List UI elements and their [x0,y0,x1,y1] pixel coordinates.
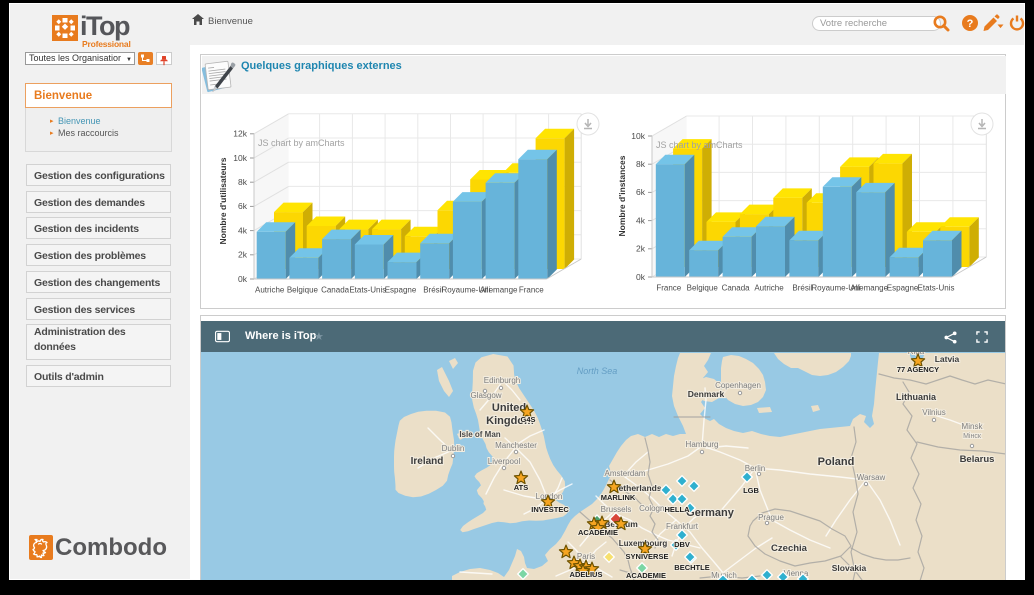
svg-text:4k: 4k [636,215,646,225]
svg-text:Dublin: Dublin [442,444,465,453]
svg-text:Canada: Canada [321,286,350,295]
svg-text:G4S: G4S [520,415,535,424]
svg-text:?: ? [967,18,974,30]
svg-text:BECHTLE: BECHTLE [674,563,709,572]
svg-text:JS chart by amCharts: JS chart by amCharts [656,140,743,150]
svg-text:Autriche: Autriche [255,286,285,295]
svg-text:ACADEMIE: ACADEMIE [626,571,666,580]
svg-text:8k: 8k [238,177,248,187]
svg-text:Isle of Man: Isle of Man [459,430,500,439]
svg-text:10k: 10k [631,131,645,141]
svg-text:ADELIUS: ADELIUS [570,570,603,579]
svg-text:JS chart by amCharts: JS chart by amCharts [258,138,345,148]
svg-text:France: France [519,286,544,295]
svg-text:2k: 2k [238,250,248,260]
svg-text:6k: 6k [238,201,248,211]
svg-text:2k: 2k [636,244,646,254]
svg-text:10k: 10k [233,153,247,163]
svg-text:Slovakia: Slovakia [832,563,867,573]
svg-text:Brésil: Brésil [423,286,443,295]
svg-text:6k: 6k [636,187,646,197]
svg-text:SYNIVERSE: SYNIVERSE [626,552,669,561]
svg-text:DBV: DBV [674,540,690,549]
svg-text:Nombre d'instances: Nombre d'instances [617,155,627,236]
svg-text:France: France [656,284,681,293]
svg-text:ATS: ATS [514,483,528,492]
svg-text:Latvia: Latvia [935,354,960,364]
svg-text:Prague: Prague [758,513,784,522]
svg-text:Hamburg: Hamburg [686,440,719,449]
svg-text:0k: 0k [238,274,248,284]
svg-text:Мінск: Мінск [963,432,982,440]
svg-text:Lithuania: Lithuania [896,392,937,402]
svg-text:Liverpool: Liverpool [488,457,521,466]
svg-text:Minsk: Minsk [962,422,984,431]
svg-text:LGB: LGB [743,486,759,495]
svg-text:Belarus: Belarus [960,454,995,465]
svg-text:Etats-Unis: Etats-Unis [349,286,386,295]
svg-text:Riga: Riga [908,352,925,356]
svg-text:ACADEMIE: ACADEMIE [578,528,618,537]
svg-text:Belgique: Belgique [287,286,319,295]
svg-text:Czechia: Czechia [771,543,808,554]
svg-text:Warsaw: Warsaw [857,473,886,482]
svg-text:0k: 0k [636,272,646,282]
svg-text:HELLA: HELLA [665,505,691,514]
svg-text:Edinburgh: Edinburgh [484,376,520,385]
svg-text:United: United [492,402,526,414]
svg-text:Ireland: Ireland [411,456,444,467]
svg-text:Autriche: Autriche [754,284,784,293]
svg-text:Manchester: Manchester [495,441,537,450]
svg-text:77 AGENCY: 77 AGENCY [897,365,939,374]
svg-text:Allemange: Allemange [480,286,518,295]
svg-text:Copenhagen: Copenhagen [715,381,761,390]
svg-text:Espagne: Espagne [385,286,417,295]
svg-text:Etats-Unis: Etats-Unis [918,284,955,293]
svg-text:MARLINK: MARLINK [601,493,636,502]
svg-text:Brésil: Brésil [792,284,812,293]
svg-text:North Sea: North Sea [577,366,618,376]
svg-text:Nombre d'utilisateurs: Nombre d'utilisateurs [218,157,228,244]
svg-text:Vilnius: Vilnius [922,408,945,417]
svg-text:12k: 12k [233,129,247,139]
svg-text:8k: 8k [636,159,646,169]
svg-text:Canada: Canada [722,284,751,293]
svg-text:Belgique: Belgique [687,284,719,293]
svg-text:Poland: Poland [818,456,855,468]
svg-text:4k: 4k [238,225,248,235]
svg-text:Denmark: Denmark [688,389,725,399]
svg-text:Espagne: Espagne [887,284,919,293]
svg-text:Amsterdam: Amsterdam [605,469,646,478]
svg-text:Allemange: Allemange [850,284,888,293]
svg-text:INVESTEC: INVESTEC [531,505,569,514]
